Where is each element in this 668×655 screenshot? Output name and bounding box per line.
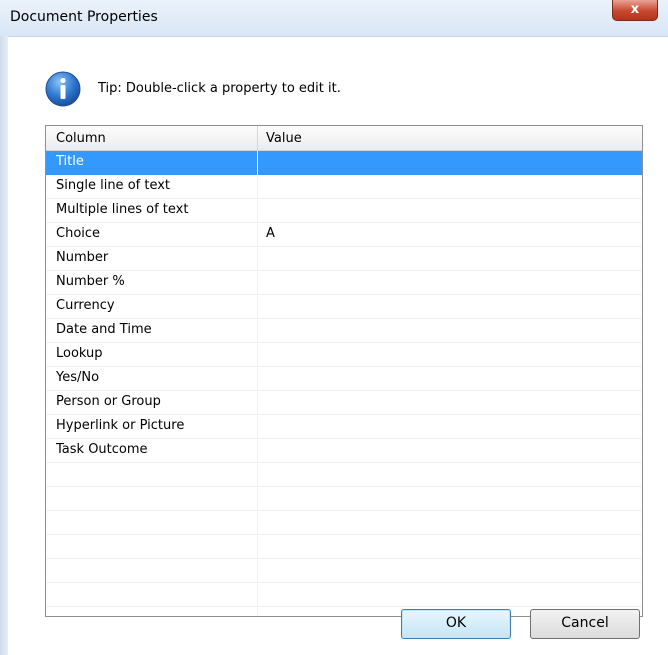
table-rows: Title Single line of text Multiple lines o…	[46, 151, 642, 616]
property-name: Currency	[56, 298, 115, 313]
property-name: Hyperlink or Picture	[56, 418, 185, 433]
header-divider[interactable]	[257, 126, 258, 150]
empty-row[interactable]	[46, 511, 642, 535]
close-icon: x	[630, 2, 640, 17]
table-row[interactable]: Date and Time	[46, 319, 642, 343]
table-row[interactable]: Number	[46, 247, 642, 271]
info-icon	[45, 71, 81, 107]
property-name: Single line of text	[56, 178, 171, 193]
empty-row[interactable]	[46, 487, 642, 511]
empty-row[interactable]	[46, 583, 642, 607]
close-button[interactable]: x	[612, 0, 658, 21]
tip-text: Tip: Double-click a property to edit it.	[98, 81, 341, 96]
table-row[interactable]: Yes/No	[46, 367, 642, 391]
properties-table[interactable]: Column Value Title Single line of text Mul…	[45, 125, 643, 617]
table-row[interactable]: Task Outcome	[46, 439, 642, 463]
table-row[interactable]: Single line of text	[46, 175, 642, 199]
table-row[interactable]: Multiple lines of text	[46, 199, 642, 223]
table-header: Column Value	[46, 126, 642, 151]
table-row[interactable]: Currency	[46, 295, 642, 319]
property-name: Number %	[56, 274, 125, 289]
column-header[interactable]: Column	[56, 131, 106, 146]
table-row[interactable]: Hyperlink or Picture	[46, 415, 642, 439]
cancel-button[interactable]: Cancel	[530, 609, 640, 639]
empty-row[interactable]	[46, 535, 642, 559]
property-name: Choice	[56, 226, 101, 241]
property-name: Person or Group	[56, 394, 161, 409]
property-name: Multiple lines of text	[56, 202, 189, 217]
table-row[interactable]: Choice A	[46, 223, 642, 247]
table-row[interactable]: Person or Group	[46, 391, 642, 415]
ok-button[interactable]: OK	[401, 609, 511, 639]
value-header[interactable]: Value	[266, 131, 302, 146]
property-name: Title	[56, 154, 84, 169]
window-left-frame	[0, 36, 8, 655]
column-divider	[257, 151, 258, 616]
window-title: Document Properties	[10, 9, 158, 25]
dialog-content: Tip: Double-click a property to edit it.…	[8, 37, 668, 655]
property-name: Task Outcome	[56, 442, 148, 457]
table-row[interactable]: Number %	[46, 271, 642, 295]
property-name: Date and Time	[56, 322, 152, 337]
table-row[interactable]: Lookup	[46, 343, 642, 367]
empty-row[interactable]	[46, 559, 642, 583]
title-bar[interactable]: Document Properties x	[0, 0, 668, 37]
property-value: A	[266, 226, 275, 241]
empty-row[interactable]	[46, 463, 642, 487]
property-name: Yes/No	[56, 370, 100, 385]
property-name: Lookup	[56, 346, 103, 361]
property-name: Number	[56, 250, 109, 265]
table-row[interactable]: Title	[46, 151, 642, 175]
